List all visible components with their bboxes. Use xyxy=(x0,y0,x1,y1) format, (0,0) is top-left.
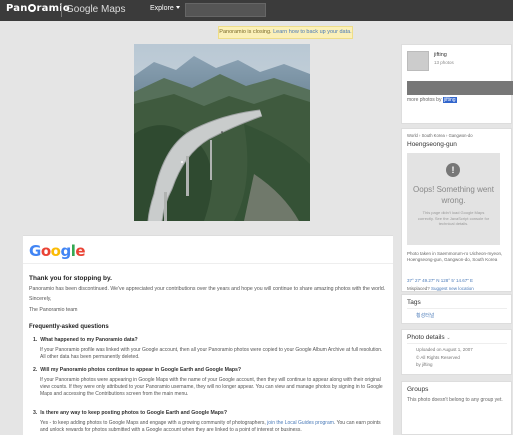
photo-details-card: Photo details ⌄ Uploaded on August 1, 20… xyxy=(401,329,512,375)
faq-answer-2: If your Panoramio photos were appearing … xyxy=(40,377,383,397)
warning-icon: ! xyxy=(446,163,460,177)
suggest-location-link[interactable]: Suggest new location xyxy=(431,286,474,291)
explore-label: Explore xyxy=(150,5,174,12)
tag-link[interactable]: 횡성터널 xyxy=(416,312,434,319)
brand-text-end: ramio xyxy=(36,3,70,14)
user-card: jifting 13 photos more photos by jifting xyxy=(401,44,513,124)
brand-text-start: Pan xyxy=(6,3,28,14)
faq-question-2: 2. Will my Panoramio photos continue to … xyxy=(33,367,242,373)
google-logo: Google xyxy=(29,242,86,260)
notice-text: Panoramio is closing. xyxy=(219,29,272,35)
search-input[interactable] xyxy=(185,3,266,17)
map-error-detail: This page didn't load Google Maps correc… xyxy=(417,210,490,226)
user-name[interactable]: jifting xyxy=(434,52,447,58)
tags-heading: Tags xyxy=(407,299,421,306)
article-title: Thank you for stopping by. xyxy=(29,275,112,282)
main-photo[interactable] xyxy=(134,44,310,221)
location-card: World › South Korea › Gangwon-do Hoengse… xyxy=(401,128,512,292)
faq-question-3: 3. Is there any way to keep posting phot… xyxy=(33,410,227,416)
discontinued-article: Google Thank you for stopping by. Panora… xyxy=(23,235,393,435)
photo-details-heading[interactable]: Photo details ⌄ xyxy=(407,334,451,341)
chevron-down-icon xyxy=(175,6,180,9)
tags-card: Tags 횡성터널 xyxy=(401,294,512,324)
top-bar: Pan ramio Google Maps Explore xyxy=(0,0,513,21)
rights-owner[interactable]: by jifting xyxy=(416,362,433,367)
google-maps-label[interactable]: Google Maps xyxy=(66,4,125,15)
chevron-down-icon: ⌄ xyxy=(446,335,451,341)
groups-text: This photo doesn't belong to any group y… xyxy=(407,397,503,403)
avatar[interactable] xyxy=(407,51,429,71)
tags-divider xyxy=(407,308,507,309)
more-photos-strip[interactable] xyxy=(407,81,513,95)
misplaced-line: Misplaced? Suggest new location xyxy=(407,286,474,291)
details-divider xyxy=(407,343,507,344)
groups-card: Groups This photo doesn't belong to any … xyxy=(401,381,512,435)
backup-data-link[interactable]: Learn how to back up your data. xyxy=(273,29,352,35)
local-guides-link[interactable]: join the Local Guides program xyxy=(267,420,334,426)
uploaded-date: Uploaded on August 1, 2007 xyxy=(416,347,473,352)
highway-photo-image xyxy=(134,44,310,221)
map-error-box: ! Oops! Something went wrong. This page … xyxy=(407,153,500,245)
faq-question-1: 1. What happened to my Panoramio data? xyxy=(33,337,138,343)
article-intro: Panoramio has been discontinued. We've a… xyxy=(29,286,386,292)
more-photos-link[interactable]: more photos by jifting xyxy=(407,97,457,103)
groups-heading: Groups xyxy=(407,386,429,393)
article-signoff: The Panoramio team xyxy=(29,307,78,313)
coordinates-link[interactable]: 37° 27' 49.27" N 128° 5' 14.67" E xyxy=(407,278,473,283)
rights-notice: © All Rights Reserved xyxy=(416,355,460,360)
explore-menu[interactable]: Explore xyxy=(150,5,180,12)
photo-taken-in: Photo taken in Saemmorum-ro Uicheon-myeo… xyxy=(407,251,503,262)
faq-answer-1: If your Panoramio profile was linked wit… xyxy=(40,347,383,360)
faq-answer-3: Yes - to keep adding photos to Google Ma… xyxy=(40,420,381,433)
map-error-title: Oops! Something went wrong. xyxy=(413,185,494,205)
logo-divider xyxy=(23,263,393,264)
brand-o-icon xyxy=(28,4,37,12)
breadcrumb[interactable]: World › South Korea › Gangwon-do xyxy=(407,133,473,138)
closing-notice: Panoramio is closing. Learn how to back … xyxy=(218,26,353,39)
brand-divider xyxy=(61,4,62,17)
article-sincerely: Sincerely, xyxy=(29,296,52,302)
place-name[interactable]: Hoengseong-gun xyxy=(407,141,457,148)
user-photo-count: 13 photos xyxy=(434,60,454,65)
faq-heading: Frequently-asked questions xyxy=(29,324,109,330)
